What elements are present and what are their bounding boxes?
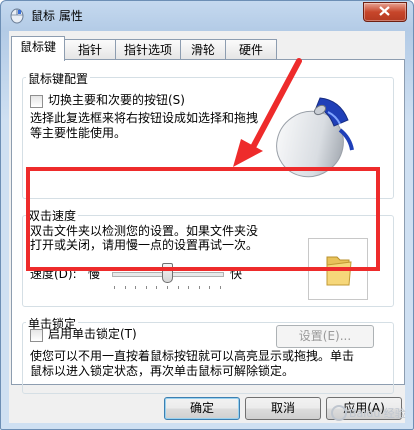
annotation-arrow	[233, 58, 302, 167]
svg-text:Baidu 经验: Baidu 经验	[349, 406, 406, 420]
mouse-properties-window: 鼠标 属性 鼠标键 指针 指针选项 滑轮 硬件 鼠标键配置 切换主要和次要的按钮…	[0, 0, 414, 430]
baidu-watermark: Baidu 经验	[331, 405, 406, 421]
